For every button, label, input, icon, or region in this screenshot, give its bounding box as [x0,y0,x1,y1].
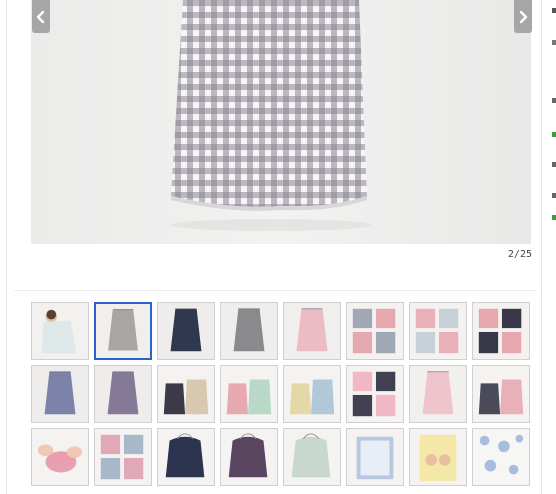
thumbnail-14[interactable] [346,365,404,423]
thumbnail-6[interactable] [346,302,404,360]
thumbnail-16[interactable] [472,365,530,423]
chevron-left-icon [36,10,45,23]
thumbnail-image [158,366,214,422]
thumbnail-image [284,303,340,359]
thumbnail-image [158,303,214,359]
thumbnail-5[interactable] [283,302,341,360]
previous-image-button[interactable] [32,0,50,33]
right-border [541,0,542,494]
thumbnail-8[interactable] [472,302,530,360]
thumbnail-image [284,429,340,485]
thumbnail-11[interactable] [157,365,215,423]
thumbnail-1[interactable] [31,302,89,360]
side-text-fragment [552,193,556,198]
thumbnail-image [95,429,151,485]
thumbnail-15[interactable] [409,365,467,423]
thumbnail-24[interactable] [472,428,530,486]
image-counter: 2/25 [507,249,532,260]
thumbnail-image [410,429,466,485]
side-text-fragment [552,98,556,103]
thumbnail-image [158,429,214,485]
thumbnail-image [221,303,277,359]
thumbnail-2[interactable] [94,302,152,360]
thumbnail-3[interactable] [157,302,215,360]
thumbnail-4[interactable] [220,302,278,360]
thumbnail-image [221,429,277,485]
thumbnail-image [473,429,529,485]
thumbnail-image [32,429,88,485]
side-text-fragment [552,162,556,167]
thumbnail-image [96,304,150,358]
left-border [6,0,7,494]
thumbnail-7[interactable] [409,302,467,360]
thumbnail-10[interactable] [94,365,152,423]
side-text-fragment [552,215,556,220]
side-text-fragment [552,8,556,13]
thumbnail-20[interactable] [220,428,278,486]
main-product-image[interactable] [31,0,531,244]
thumbnail-13[interactable] [283,365,341,423]
thumbnail-19[interactable] [157,428,215,486]
thumbnail-image [473,303,529,359]
thumbnail-image [410,303,466,359]
chevron-right-icon [519,10,528,23]
thumbnail-image [347,429,403,485]
section-divider [14,290,537,291]
thumbnail-21[interactable] [283,428,341,486]
thumbnail-12[interactable] [220,365,278,423]
gingham-cover-photo [31,0,531,244]
thumbnail-image [284,366,340,422]
thumbnail-image [347,303,403,359]
thumbnail-image [95,366,151,422]
thumbnail-image [347,366,403,422]
thumbnail-image [221,366,277,422]
thumbnail-18[interactable] [94,428,152,486]
thumbnail-image [410,366,466,422]
next-image-button[interactable] [514,0,532,33]
thumbnail-22[interactable] [346,428,404,486]
thumbnail-image [32,303,88,359]
thumbnail-image [32,366,88,422]
thumbnail-image [473,366,529,422]
thumbnail-9[interactable] [31,365,89,423]
side-text-fragment [552,40,556,45]
thumbnail-17[interactable] [31,428,89,486]
side-text-fragment [552,132,556,137]
thumbnail-23[interactable] [409,428,467,486]
